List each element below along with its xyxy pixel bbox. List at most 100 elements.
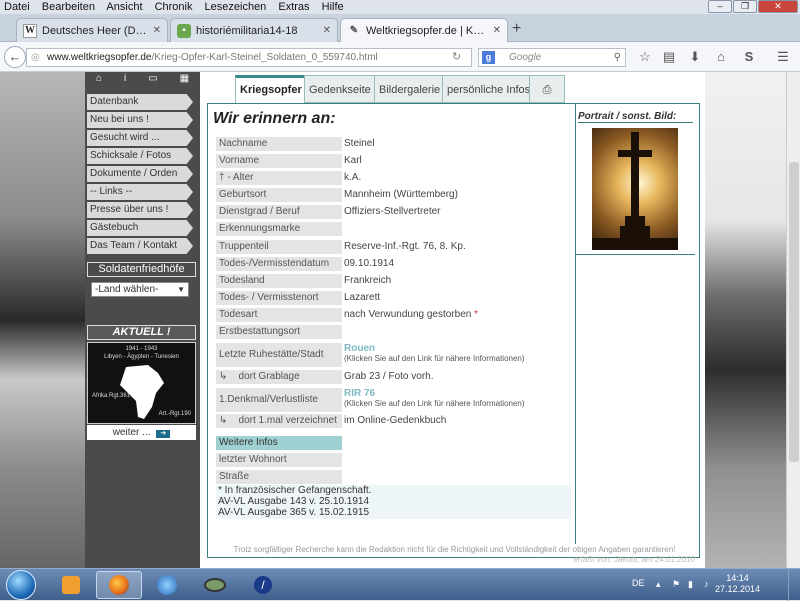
tab-gedenkseite[interactable]: Gedenkseite xyxy=(304,75,376,103)
language-indicator[interactable]: DE xyxy=(632,578,645,588)
chevron-up-icon[interactable]: ▴ xyxy=(656,579,666,589)
data-row: Dienstgrad / Beruf Offiziers-Stellvertret… xyxy=(216,205,571,219)
sidebar-item-schicksale[interactable]: Schicksale / Fotos xyxy=(87,148,193,164)
minimize-button[interactable]: – xyxy=(708,0,732,13)
thunderbird-icon[interactable] xyxy=(144,571,190,599)
show-desktop-button[interactable] xyxy=(788,569,800,601)
portrait-title: Portrait / sonst. Bild: xyxy=(578,111,693,123)
land-select-value: -Land wählen- xyxy=(95,284,159,295)
print-icon[interactable]: ⎙ xyxy=(529,75,565,103)
tab-label: Deutsches Heer (Deutsches ... xyxy=(42,24,148,37)
taskbar: / DE ▴ ⚑ ▮ ♪ 14:14 27.12.2014 xyxy=(0,568,800,601)
row-value: k.A. xyxy=(344,172,362,183)
wikipedia-icon: W xyxy=(23,23,37,38)
sidebar-item-datenbank[interactable]: Datenbank xyxy=(87,94,193,110)
land-select[interactable]: -Land wählen- ▼ xyxy=(91,282,189,297)
aktuell-image[interactable]: 1941 - 1943 Libyen - Ägypten - Tunesien … xyxy=(87,342,196,424)
url-bar[interactable]: ◎ www.weltkriegsopfer.de/Krieg-Opfer-Kar… xyxy=(26,48,472,67)
sidebar-item-team[interactable]: Das Team / Kontakt xyxy=(87,238,193,254)
maximize-button[interactable]: ❐ xyxy=(733,0,757,13)
volume-icon[interactable]: ♪ xyxy=(704,579,714,589)
grablage-row: ↳ dort Grablage Grab 23 / Foto vorh. xyxy=(216,370,571,384)
firefox-icon[interactable] xyxy=(96,571,142,599)
content-tabs: Kriegsopfer Gedenkseite Bildergalerie pe… xyxy=(233,75,703,104)
data-row: Straße xyxy=(216,470,571,484)
media-player-icon[interactable] xyxy=(48,571,94,599)
menu-bearbeiten[interactable]: Bearbeiten xyxy=(42,1,95,13)
row-label: Todesart xyxy=(216,308,342,322)
soldatenfriedhoefe-heading[interactable]: Soldatenfriedhöfe xyxy=(87,262,196,277)
sidebar: ⌂ i ▭ ▦ Datenbank Neu bei uns ! Gesucht … xyxy=(85,72,200,568)
tab-close-icon[interactable]: ✕ xyxy=(493,25,501,36)
verzeichnet-row: ↳ dort 1.mal verzeichnet im Online-Geden… xyxy=(216,414,571,428)
clock[interactable]: 14:14 27.12.2014 xyxy=(715,573,760,595)
portrait-image[interactable] xyxy=(592,128,678,250)
skype-icon[interactable]: S xyxy=(740,49,758,65)
clock-time: 14:14 xyxy=(726,573,749,583)
row-label: † - Alter xyxy=(216,171,342,185)
sidebar-item-gesucht[interactable]: Gesucht wird ... xyxy=(87,130,193,146)
tab-weltkriegsopfer[interactable]: ✎ Weltkriegsopfer.de | Kriegs... ✕ xyxy=(340,18,508,42)
weiter-link[interactable]: weiter ... ➜ xyxy=(87,425,196,440)
tab-historiemilitaria[interactable]: ▪ historiémilitaria14-18 ✕ xyxy=(170,18,338,42)
search-icon[interactable]: ⚲ xyxy=(614,49,621,66)
menu-bar: Datei Bearbeiten Ansicht Chronik Lesezei… xyxy=(0,0,800,14)
menu-extras[interactable]: Extras xyxy=(278,1,309,13)
tab-close-icon[interactable]: ✕ xyxy=(153,25,161,36)
scrollbar[interactable] xyxy=(786,72,800,568)
home-icon[interactable]: ⌂ xyxy=(96,72,102,87)
reload-icon[interactable]: ↻ xyxy=(452,50,461,63)
row-value: Offiziers-Stellvertreter xyxy=(344,206,441,217)
menu-icon[interactable]: ☰ xyxy=(774,49,792,65)
book-icon[interactable]: ▦ xyxy=(180,72,189,87)
tab-bildergalerie[interactable]: Bildergalerie xyxy=(374,75,446,103)
data-row: † - Alter k.A. xyxy=(216,171,571,185)
info-icon[interactable]: i xyxy=(124,72,126,87)
footnote-star: * xyxy=(474,309,479,320)
tab-deutsches-heer[interactable]: W Deutsches Heer (Deutsches ... ✕ xyxy=(16,18,168,42)
tab-persoenliche-infos[interactable]: persönliche Infos xyxy=(442,75,536,103)
sidebar-item-dokumente[interactable]: Dokumente / Orden xyxy=(87,166,193,182)
subrow-arrow-icon: ↳ xyxy=(219,415,228,426)
download-icon[interactable]: ⬇ xyxy=(686,49,704,65)
footnote: * In französischer Gefangenschaft. xyxy=(218,485,372,496)
data-row: Vorname Karl xyxy=(216,154,571,168)
tab-close-icon[interactable]: ✕ xyxy=(323,25,331,36)
sidebar-item-presse[interactable]: Presse über uns ! xyxy=(87,202,193,218)
sidebar-item-links[interactable]: -- Links -- xyxy=(87,184,193,200)
new-tab-icon[interactable]: + xyxy=(512,20,521,38)
page-viewport: ⌂ i ▭ ▦ Datenbank Neu bei uns ! Gesucht … xyxy=(0,72,800,568)
back-button[interactable]: ← xyxy=(4,46,26,68)
tab-label: Weltkriegsopfer.de | Kriegs... xyxy=(366,24,488,37)
menu-chronik[interactable]: Chronik xyxy=(155,1,193,13)
row-value: Lazarett xyxy=(344,292,381,303)
menu-ansicht[interactable]: Ansicht xyxy=(106,1,142,13)
start-button[interactable] xyxy=(6,570,36,600)
eye-app-icon[interactable] xyxy=(192,571,238,599)
scrollbar-thumb[interactable] xyxy=(789,162,799,462)
menu-hilfe[interactable]: Hilfe xyxy=(322,1,344,13)
search-input[interactable]: g Google ⚲ xyxy=(478,48,626,67)
menu-datei[interactable]: Datei xyxy=(4,1,30,13)
home-icon[interactable]: ⌂ xyxy=(712,49,730,65)
sidebar-item-gaestebuch[interactable]: Gästebuch xyxy=(87,220,193,236)
row-label: Geburtsort xyxy=(216,188,342,202)
weitere-infos-heading: Weitere Infos xyxy=(216,436,342,450)
row-value: Mannheim (Württemberg) xyxy=(344,189,458,200)
network-icon[interactable]: ▮ xyxy=(688,579,698,589)
flag-icon[interactable]: ▭ xyxy=(148,72,157,87)
footnotes: * In französischer Gefangenschaft. AV-VL… xyxy=(216,485,571,519)
pen-app-icon[interactable]: / xyxy=(240,571,286,599)
reader-icon[interactable]: ▤ xyxy=(660,49,678,65)
sidebar-item-neu[interactable]: Neu bei uns ! xyxy=(87,112,193,128)
menu-lesezeichen[interactable]: Lesezeichen xyxy=(205,1,267,13)
aktuell-years: 1941 - 1943 xyxy=(125,346,158,352)
row-value: im Online-Gedenkbuch xyxy=(344,415,447,426)
tab-label: historiémilitaria14-18 xyxy=(196,24,298,37)
flag-icon[interactable]: ⚑ xyxy=(672,579,682,589)
row-label: Todesland xyxy=(216,274,342,288)
data-row: Todes- / Vermisstenort Lazarett xyxy=(216,291,571,305)
close-window-button[interactable]: ✕ xyxy=(758,0,798,13)
star-icon[interactable]: ☆ xyxy=(636,49,654,65)
tab-kriegsopfer[interactable]: Kriegsopfer xyxy=(235,75,307,104)
